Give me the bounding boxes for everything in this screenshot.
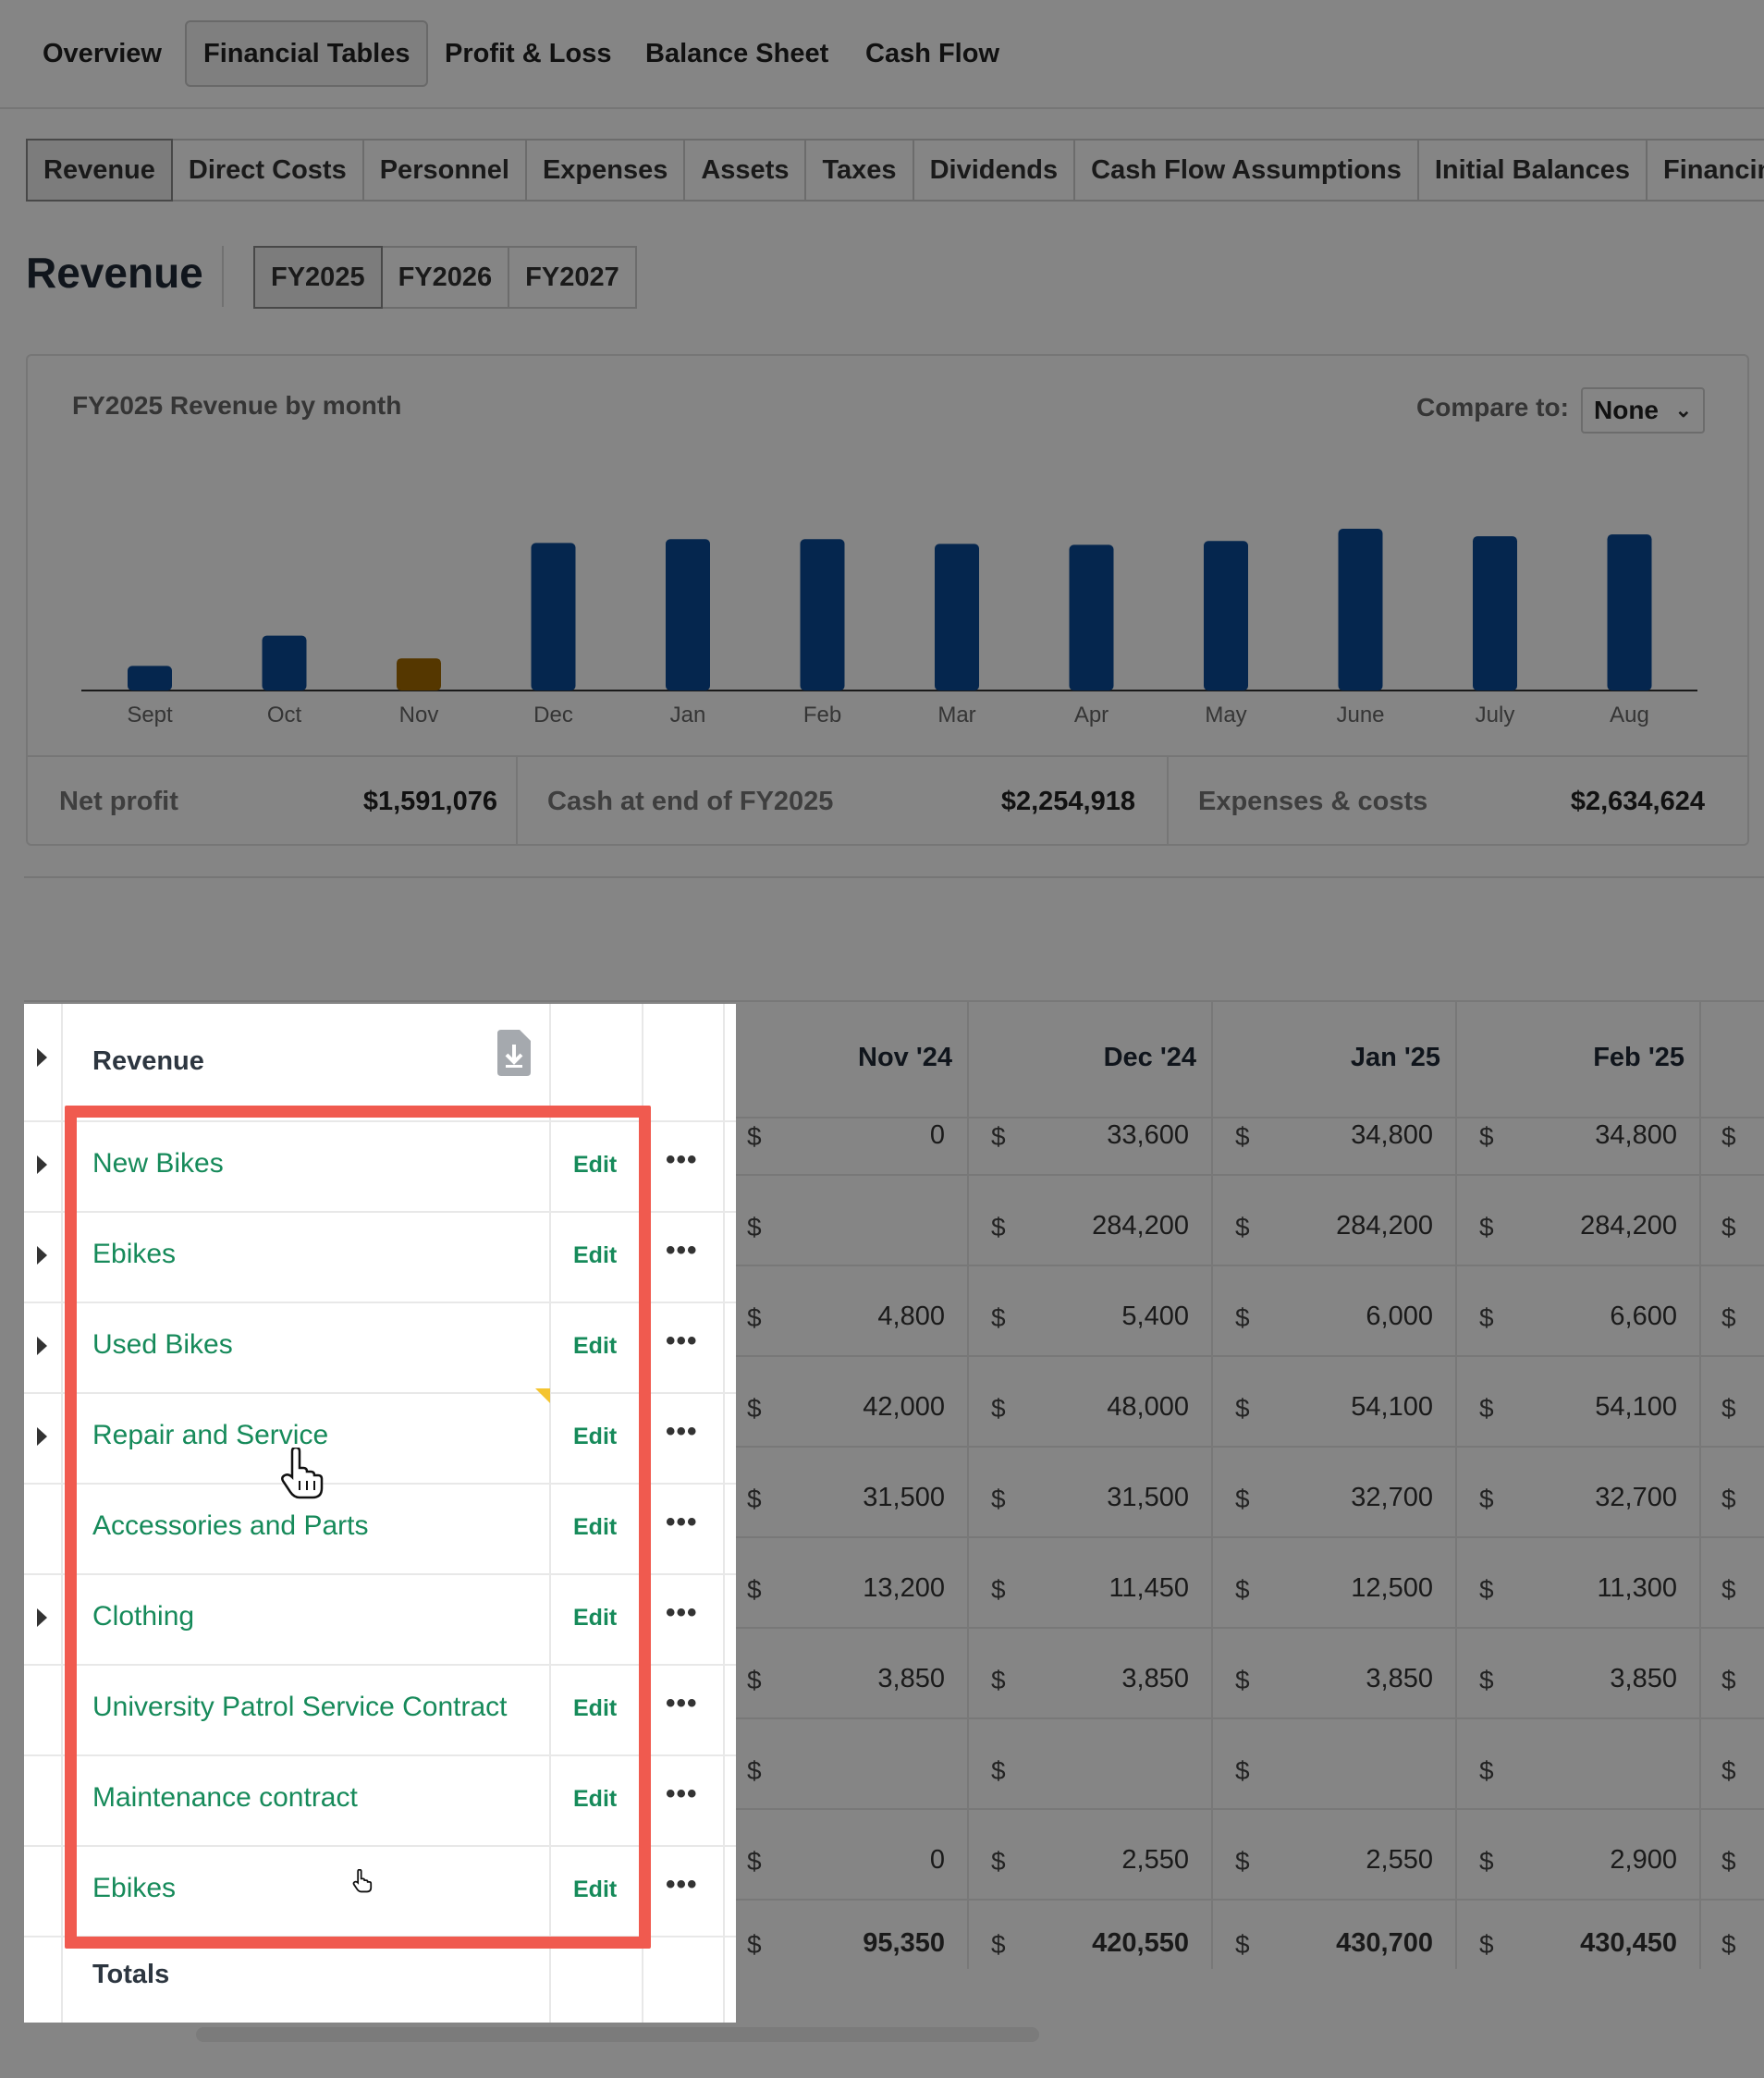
more-options-icon[interactable]: ••• (666, 1144, 698, 1176)
totals-label: Totals (92, 1960, 170, 1989)
more-options-icon[interactable]: ••• (666, 1507, 698, 1538)
expand-caret-icon[interactable] (37, 1608, 47, 1627)
page: Overview Financial Tables Profit & Loss … (0, 0, 1764, 2078)
more-options-icon[interactable]: ••• (666, 1688, 698, 1719)
horizontal-scrollbar[interactable] (196, 2027, 1039, 2042)
file-download-icon[interactable] (496, 1030, 533, 1076)
more-options-icon[interactable]: ••• (666, 1869, 698, 1901)
divider (723, 1004, 725, 2023)
expand-caret-icon[interactable] (37, 1246, 47, 1265)
column-header-revenue: Revenue (92, 1046, 204, 1076)
more-options-icon[interactable]: ••• (666, 1326, 698, 1357)
more-options-icon[interactable]: ••• (666, 1597, 698, 1629)
hand-pointer-cursor-icon (281, 1448, 324, 1499)
expand-caret-icon[interactable] (37, 1155, 47, 1174)
more-options-icon[interactable]: ••• (666, 1235, 698, 1266)
more-options-icon[interactable]: ••• (666, 1416, 698, 1448)
expand-caret-icon[interactable] (37, 1048, 47, 1067)
expand-caret-icon[interactable] (37, 1427, 47, 1446)
small-pointer-cursor-icon (352, 1869, 373, 1893)
divider (61, 1004, 63, 2023)
expand-caret-icon[interactable] (37, 1337, 47, 1355)
highlight-box (65, 1106, 651, 1949)
more-options-icon[interactable]: ••• (666, 1779, 698, 1810)
